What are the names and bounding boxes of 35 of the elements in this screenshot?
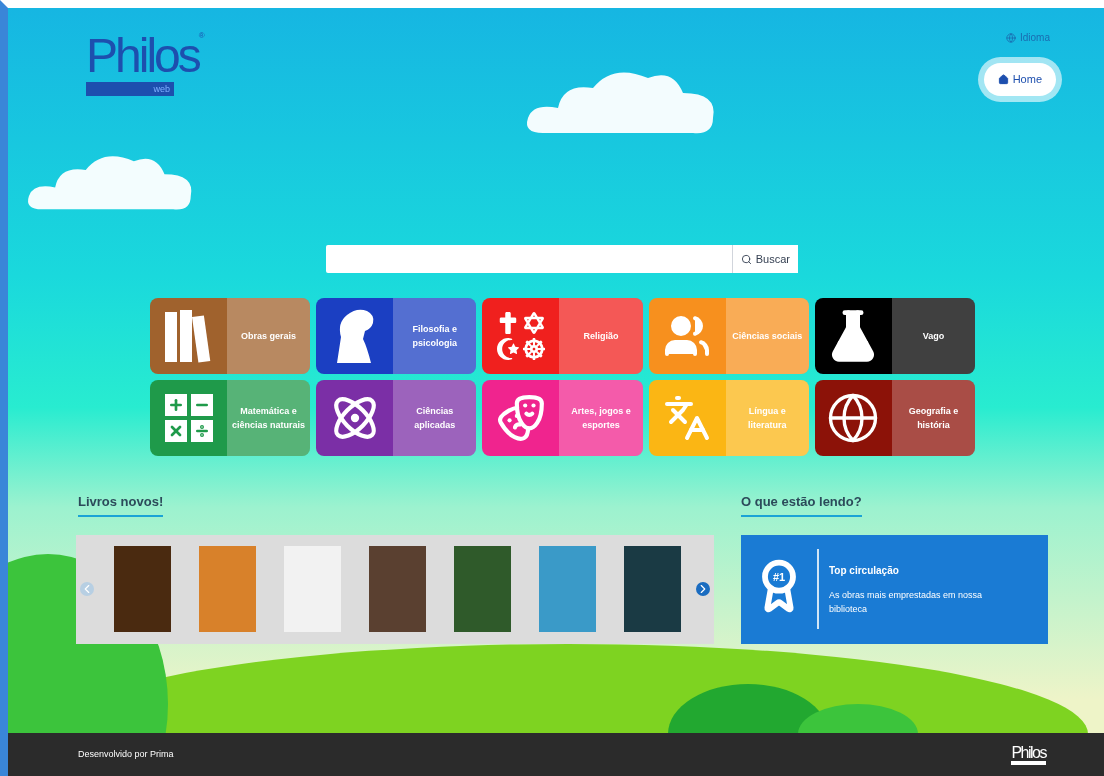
book-cover[interactable] <box>368 546 426 632</box>
logo-subtitle: web <box>86 82 174 96</box>
registered-mark: ® <box>198 30 205 40</box>
home-button[interactable]: Home <box>997 71 1042 88</box>
book-cover[interactable] <box>198 546 256 632</box>
theater-masks-icon <box>495 393 546 443</box>
section-title: Livros novos! <box>78 492 164 517</box>
category-tile[interactable]: Artes, jogos e esportes <box>482 380 643 456</box>
religious-symbols-icon <box>496 312 545 360</box>
footer-credit: Desenvolvido por Prima <box>78 747 174 761</box>
footer-logo: Philos <box>1011 744 1046 765</box>
book-cover[interactable] <box>113 546 171 632</box>
home-icon <box>997 73 1009 85</box>
search-field[interactable] <box>326 245 732 273</box>
search-button[interactable]: Buscar <box>731 245 798 273</box>
speech-bubbles-icon <box>663 394 712 442</box>
category-tile[interactable]: Obras gerais <box>150 298 311 374</box>
category-tile[interactable]: Geografia e história <box>814 380 975 456</box>
language-link[interactable]: Idioma <box>1020 30 1050 45</box>
globe-icon <box>1006 32 1016 43</box>
card-title: Top circulação <box>829 563 900 578</box>
search-icon <box>740 253 752 265</box>
category-tile[interactable]: Vago <box>814 298 975 374</box>
top-circulation-card[interactable]: #1 Top circulação As obras mais emprestadas em nossa biblioteca <box>741 534 1048 644</box>
logo-text: Philos <box>86 30 199 82</box>
category-tile[interactable]: Religião <box>482 298 643 374</box>
book-cover[interactable] <box>538 546 596 632</box>
card-description: As obras mais emprestadas em nossa biblioteca <box>829 588 984 616</box>
category-tile[interactable]: Matemática e ciências naturais <box>150 380 311 456</box>
math-operators-icon <box>164 394 213 442</box>
book-cover[interactable] <box>453 546 511 632</box>
category-tile[interactable]: Ciências aplicadas <box>316 380 477 456</box>
book-cover[interactable] <box>623 546 681 632</box>
section-title: O que estão lendo? <box>741 492 862 517</box>
category-tile[interactable]: Filosofia e psicologia <box>316 298 477 374</box>
